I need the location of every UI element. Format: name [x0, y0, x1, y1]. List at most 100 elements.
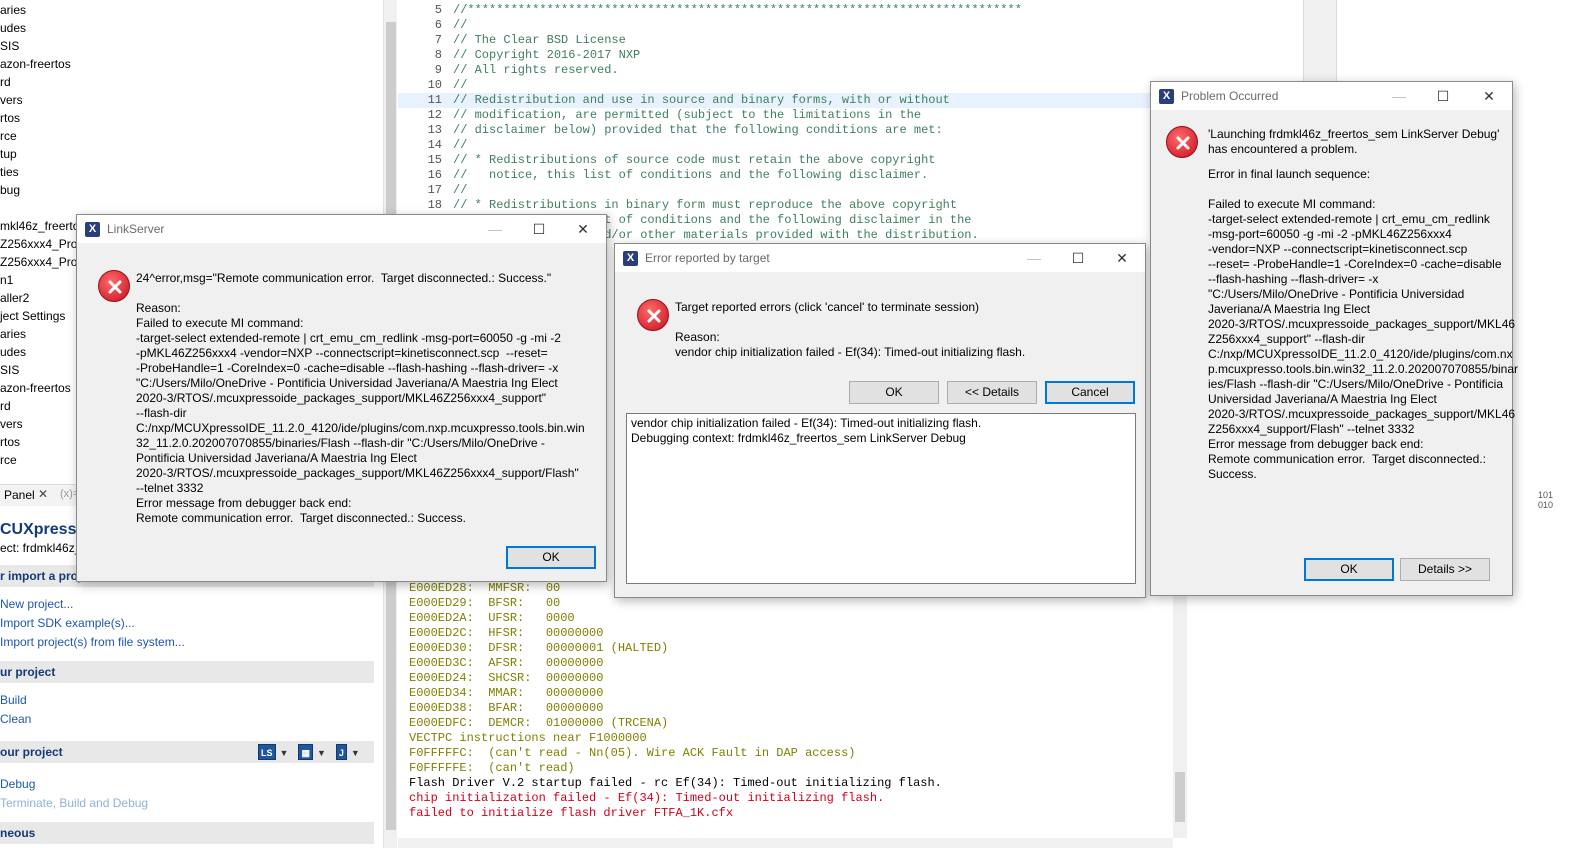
console-line: E000ED24: SHCSR: 00000000: [409, 671, 604, 685]
tree-item[interactable]: aries: [0, 325, 26, 343]
error-message: 24^error,msg="Remote communication error…: [136, 271, 585, 525]
tree-item[interactable]: rd: [0, 73, 11, 91]
section-build[interactable]: ur project: [0, 661, 374, 683]
console-line: chip initialization failed - Ef(34): Tim…: [409, 791, 885, 805]
maximize-button[interactable]: ☐: [1063, 247, 1093, 269]
code-text[interactable]: //: [453, 18, 467, 33]
quickstart-panel-tab[interactable]: Panel: [4, 488, 35, 502]
dialog-titlebar[interactable]: X Error reported by target — ☐ ✕: [615, 244, 1145, 273]
console-line: Flash Driver V.2 startup failed - rc Ef(…: [409, 776, 942, 790]
close-button[interactable]: ✕: [568, 218, 598, 240]
tree-item[interactable]: rce: [0, 451, 17, 469]
error-message: Target reported errors (click 'cancel' t…: [675, 300, 1026, 359]
mcuxpresso-icon: X: [1159, 89, 1174, 104]
console-line: E000EDFC: DEMCR: 01000000 (TRCENA): [409, 716, 669, 730]
dialog-titlebar[interactable]: X LinkServer — ☐ ✕: [77, 215, 606, 244]
tree-item[interactable]: rtos: [0, 433, 20, 451]
tree-item[interactable]: tup: [0, 145, 17, 163]
dialog-titlebar[interactable]: X Problem Occurred — ☐ ✕: [1151, 82, 1512, 111]
build-link[interactable]: Build: [0, 693, 27, 707]
tree-item[interactable]: ject Settings: [0, 307, 65, 325]
code-text[interactable]: // * Redistributions in binary form must…: [453, 198, 957, 213]
tree-item[interactable]: azon-freertos: [0, 379, 71, 397]
import-sdk-link[interactable]: Import SDK example(s)...: [0, 616, 135, 630]
ok-button[interactable]: OK: [1304, 558, 1394, 581]
code-line[interactable]: 5 //*************************************…: [398, 3, 1303, 18]
code-line[interactable]: 6 //: [398, 18, 1303, 33]
tree-item[interactable]: udes: [0, 19, 26, 37]
chevron-down-icon[interactable]: ▼: [317, 744, 326, 762]
ok-button[interactable]: OK: [506, 546, 596, 569]
console-line: E000ED30: DFSR: 00000001 (HALTED): [409, 641, 669, 655]
tree-item[interactable]: aller2: [0, 289, 29, 307]
code-text[interactable]: // disclaimer below) provided that the f…: [453, 123, 943, 138]
code-text[interactable]: // * Redistributions of source code must…: [453, 153, 935, 168]
console-line: E000ED2A: UFSR: 0000: [409, 611, 575, 625]
close-button[interactable]: ✕: [1474, 85, 1504, 107]
chevron-down-icon[interactable]: ▼: [280, 744, 289, 762]
debug-link[interactable]: Debug: [0, 777, 35, 791]
code-text[interactable]: // The Clear BSD License: [453, 33, 626, 48]
tree-item[interactable]: rtos: [0, 109, 20, 127]
code-text[interactable]: // modification, are permitted (subject …: [453, 108, 921, 123]
close-button[interactable]: ✕: [1107, 247, 1137, 269]
terminate-build-debug-link: Terminate, Build and Debug: [0, 796, 149, 810]
clean-link[interactable]: Clean: [0, 712, 31, 726]
tree-item[interactable]: vers: [0, 415, 23, 433]
tree-item[interactable]: SIS: [0, 37, 19, 55]
code-text[interactable]: //: [453, 78, 467, 93]
cancel-button[interactable]: Cancel: [1045, 381, 1135, 404]
console-line: E000ED29: BFSR: 00: [409, 596, 561, 610]
pemicro-icon[interactable]: ▦: [298, 744, 313, 760]
tree-item[interactable]: vers: [0, 91, 23, 109]
tree-item[interactable]: Z256xxx4_Proj: [0, 253, 80, 271]
code-text[interactable]: //**************************************…: [453, 3, 1022, 18]
minimize-button[interactable]: —: [1384, 85, 1414, 107]
maximize-button[interactable]: ☐: [1428, 85, 1458, 107]
ok-button[interactable]: OK: [849, 381, 939, 404]
error-icon: [98, 270, 130, 302]
chevron-down-icon[interactable]: ▼: [351, 744, 360, 762]
code-text[interactable]: // All rights reserved.: [453, 63, 619, 78]
tree-item[interactable]: mkl46z_freertos: [0, 217, 85, 235]
maximize-button[interactable]: ☐: [524, 218, 554, 240]
line-number: 9: [434, 63, 442, 77]
code-line[interactable]: 7 // The Clear BSD License: [398, 33, 1303, 48]
tree-item[interactable]: ties: [0, 163, 19, 181]
binary-icon[interactable]: 101 010: [1538, 490, 1553, 510]
tree-item[interactable]: rce: [0, 127, 17, 145]
new-project-link[interactable]: New project...: [0, 597, 73, 611]
code-text[interactable]: // Copyright 2016-2017 NXP: [453, 48, 640, 63]
import-fs-link[interactable]: Import project(s) from file system...: [0, 635, 185, 649]
code-text[interactable]: // notice, this list of conditions and t…: [453, 168, 928, 183]
code-text[interactable]: //: [453, 138, 467, 153]
details-textbox[interactable]: vendor chip initialization failed - Ef(3…: [626, 413, 1136, 584]
segger-jlink-icon[interactable]: J: [335, 744, 347, 760]
quickstart-project: ect: frdmkl46z_: [0, 541, 82, 555]
line-number: 5: [434, 3, 442, 17]
minimize-button[interactable]: —: [480, 218, 510, 240]
tree-item[interactable]: n1: [0, 271, 13, 289]
problem-message: 'Launching frdmkl46z_freertos_sem LinkSe…: [1208, 127, 1500, 156]
section-debug[interactable]: our project LS ▼ ▦ ▼ J ▼: [0, 741, 374, 763]
section-misc[interactable]: neous: [0, 822, 374, 844]
code-text[interactable]: // Redistribution and use in source and …: [453, 93, 950, 108]
tree-item[interactable]: azon-freertos: [0, 55, 71, 73]
code-line[interactable]: 8 // Copyright 2016-2017 NXP: [398, 48, 1303, 63]
tree-item[interactable]: SIS: [0, 361, 19, 379]
tree-item[interactable]: aries: [0, 1, 26, 19]
close-icon[interactable]: ✕: [38, 487, 48, 501]
code-line[interactable]: 9 // All rights reserved.: [398, 63, 1303, 78]
details-button[interactable]: << Details: [947, 381, 1037, 404]
code-text[interactable]: //: [453, 183, 467, 198]
scrollbar-thumb[interactable]: [1175, 772, 1185, 822]
linkserver-icon[interactable]: LS: [258, 744, 276, 760]
details-button[interactable]: Details >>: [1400, 558, 1490, 581]
tree-item[interactable]: bug: [0, 181, 20, 199]
tree-item[interactable]: udes: [0, 343, 26, 361]
tree-item[interactable]: Z256xxx4_Proj: [0, 235, 80, 253]
console-view[interactable]: E000ED28: MMFSR: 00 E000ED29: BFSR: 00 E00…: [398, 580, 1173, 838]
minimize-button[interactable]: —: [1019, 247, 1049, 269]
console-horizontal-scrollbar[interactable]: [398, 838, 1173, 848]
tree-item[interactable]: rd: [0, 397, 11, 415]
